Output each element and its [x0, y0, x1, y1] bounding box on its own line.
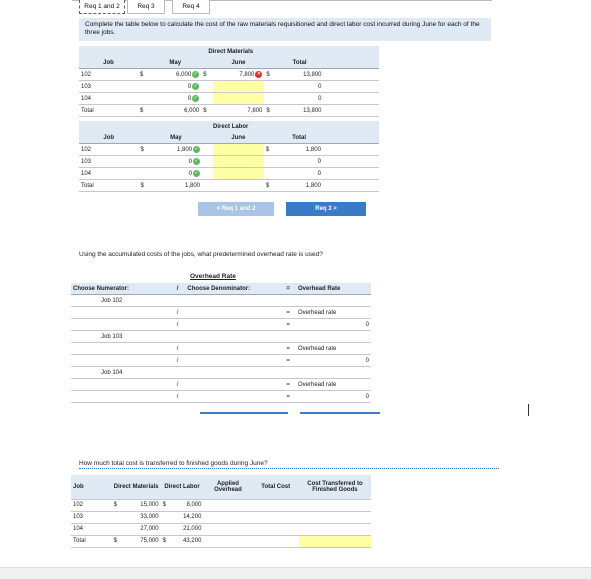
denominator-input[interactable] — [185, 354, 281, 367]
dl-june-input[interactable] — [212, 155, 264, 168]
check-icon: ✓ — [192, 70, 200, 78]
table-row: 104 0 ✓ 0 — [79, 92, 379, 105]
dm-header-total: Total — [275, 57, 324, 69]
finished-goods-table: Job Direct Materials Direct Labor Applie… — [71, 475, 371, 548]
table-row: / = Overhead rate — [71, 306, 371, 319]
table-row: Total $ 6,000 $ 7,800 $ 13,800 — [79, 104, 379, 117]
table-row: Total $ 1,800 $ 1,800 — [79, 179, 379, 192]
dm-june-input[interactable] — [212, 80, 265, 93]
table-row: 104 0 ✓ 0 — [79, 167, 379, 180]
table-row: Job 104 — [71, 366, 371, 379]
check-icon: ✓ — [192, 94, 200, 102]
dl-june-input[interactable] — [212, 167, 264, 180]
numerator-input[interactable] — [71, 378, 170, 391]
table-row: / = 0 — [71, 318, 371, 331]
table-row: / = 0 — [71, 390, 371, 403]
check-icon: ✓ — [193, 169, 200, 177]
direct-labor-title: Direct Labor — [138, 121, 323, 132]
table-row: Job 102 — [71, 294, 371, 307]
numerator-input[interactable] — [71, 354, 170, 367]
dl-june-input[interactable] — [212, 143, 264, 156]
check-icon: ✓ — [193, 145, 200, 153]
divider-line — [200, 412, 288, 414]
table-row: 103 33,000 14,200 — [71, 511, 371, 524]
transferred-total-input[interactable] — [298, 535, 371, 548]
prev-req-button[interactable]: < Req 1 and 2 — [198, 202, 274, 216]
table-row: 102 $ 1,800 ✓ $ 1,800 — [79, 143, 379, 156]
direct-labor-table: Direct Labor Job May June Total 102 $ 1,… — [79, 121, 379, 192]
dm-june-input[interactable] — [212, 92, 265, 105]
denominator-input[interactable] — [185, 342, 281, 355]
bottom-bar — [0, 567, 591, 579]
dm-header-job: Job — [79, 57, 138, 69]
overhead-rate-table: Choose Numerator: / Choose Denominator: … — [71, 283, 371, 403]
table-row: 102 $ 6,000 ✓ $ 7,800 ✕ $ 13,800 — [79, 68, 379, 81]
numerator-input[interactable] — [71, 390, 170, 403]
table-row: Job 103 — [71, 330, 371, 343]
denominator-label: Choose Denominator: — [185, 283, 281, 295]
dm-may-input[interactable]: 0 ✓ — [149, 92, 202, 105]
direct-materials-title: Direct Materials — [137, 46, 324, 57]
dm-header-may: May — [149, 57, 202, 69]
numerator-input[interactable] — [71, 318, 170, 331]
tab-req-1-and-2[interactable]: Req 1 and 2 — [79, 0, 125, 14]
direct-materials-table: Direct Materials Job May June Total 102 … — [79, 46, 379, 117]
table-row: 102 $ 15,000 $ 8,000 — [71, 499, 371, 512]
dl-may-input[interactable]: 0 ✓ — [149, 167, 202, 180]
table-row: 103 0 ✓ 0 — [79, 80, 379, 93]
table-row: / = Overhead rate — [71, 342, 371, 355]
dm-header-june: June — [212, 57, 265, 69]
table-row: / = 0 — [71, 354, 371, 367]
numerator-input[interactable] — [71, 342, 170, 355]
table-row: Total $ 75,000 $ 43,200 — [71, 535, 371, 548]
dm-may-input[interactable]: 6,000 ✓ — [149, 68, 202, 81]
table-row: 104 27,000 21,000 — [71, 523, 371, 536]
numerator-input[interactable] — [71, 306, 170, 319]
dl-may-input[interactable]: 1,800 ✓ — [149, 143, 202, 156]
cross-icon: ✕ — [255, 70, 263, 78]
denominator-input[interactable] — [185, 318, 281, 331]
denominator-input[interactable] — [185, 306, 281, 319]
dl-may-input[interactable]: 0 ✓ — [149, 155, 202, 168]
tab-req-3[interactable]: Req 3 — [127, 0, 165, 14]
denominator-input[interactable] — [185, 378, 281, 391]
tab-req-4[interactable]: Req 4 — [172, 0, 210, 14]
dm-may-input[interactable]: 0 ✓ — [149, 80, 202, 93]
table-row: 103 0 ✓ 0 — [79, 155, 379, 168]
instruction-box: Complete the table below to calculate th… — [79, 18, 491, 41]
numerator-label: Choose Numerator: — [71, 283, 170, 295]
overhead-rate-title: Overhead Rate — [190, 273, 236, 280]
question-overhead: Using the accumulated costs of the jobs,… — [79, 251, 323, 258]
divider-line — [300, 412, 380, 414]
table-row: / = Overhead rate — [71, 378, 371, 391]
overhead-rate-header: Overhead Rate — [295, 283, 371, 295]
text-cursor — [528, 404, 529, 416]
check-icon: ✓ — [192, 82, 200, 90]
next-req-button[interactable]: Req 3 > — [286, 202, 366, 216]
instruction-text: Complete the table below to calculate th… — [85, 21, 480, 36]
check-icon: ✓ — [193, 157, 200, 165]
denominator-input[interactable] — [185, 390, 281, 403]
question-transfer: How much total cost is transferred to fi… — [79, 460, 499, 469]
dm-june-input[interactable]: 7,800 ✕ — [212, 68, 265, 81]
